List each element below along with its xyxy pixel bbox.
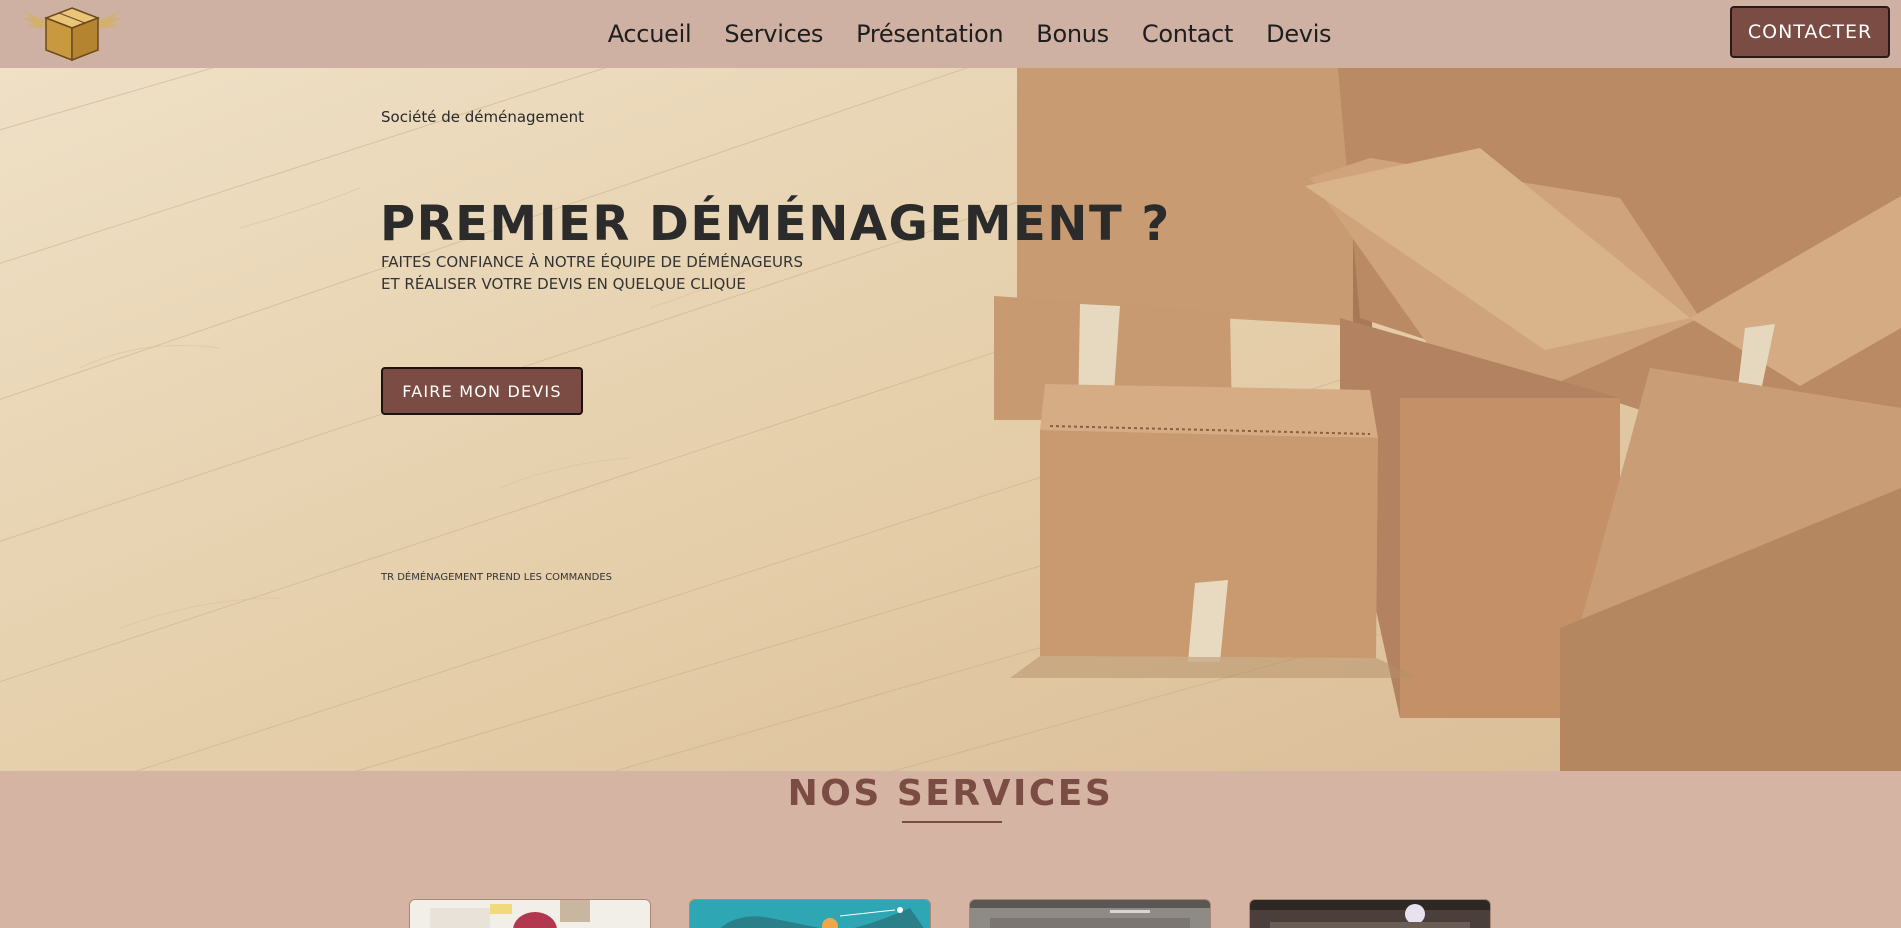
nav-devis[interactable]: Devis bbox=[1266, 20, 1331, 48]
services-title: NOS SERVICES bbox=[787, 773, 1114, 814]
service-card-1[interactable] bbox=[409, 899, 651, 928]
nav-presentation[interactable]: Présentation bbox=[856, 20, 1003, 48]
service-card-2[interactable] bbox=[689, 899, 931, 928]
main-nav: Accueil Services Présentation Bonus Cont… bbox=[0, 0, 1901, 68]
hero-title: PREMIER DÉMÉNAGEMENT ? bbox=[380, 196, 1171, 252]
cardboard-boxes-image bbox=[994, 68, 1901, 771]
nav-contact[interactable]: Contact bbox=[1142, 20, 1234, 48]
nav-accueil[interactable]: Accueil bbox=[608, 20, 692, 48]
hero-subtitle-line2: ET RÉALISER VOTRE DEVIS EN QUELQUE CLIQU… bbox=[381, 275, 746, 293]
site-header: Accueil Services Présentation Bonus Cont… bbox=[0, 0, 1901, 68]
nav-bonus[interactable]: Bonus bbox=[1036, 20, 1109, 48]
hero-subtitle-line1: FAITES CONFIANCE À NOTRE ÉQUIPE DE DÉMÉN… bbox=[381, 253, 803, 271]
service-card-3[interactable] bbox=[969, 899, 1211, 928]
service-card-1-image bbox=[410, 900, 650, 928]
nav-services[interactable]: Services bbox=[724, 20, 823, 48]
contact-button[interactable]: CONTACTER bbox=[1730, 6, 1890, 58]
service-card-3-image bbox=[970, 900, 1210, 928]
hero-section: Société de déménagement PREMIER DÉMÉNAGE… bbox=[0, 68, 1901, 771]
service-card-4[interactable] bbox=[1249, 899, 1491, 928]
hero-note: TR DÉMÉNAGEMENT PREND LES COMMANDES bbox=[381, 572, 612, 583]
service-card-2-image bbox=[690, 900, 930, 928]
hero-eyebrow: Société de déménagement bbox=[381, 108, 585, 126]
services-underline bbox=[902, 821, 1002, 823]
service-card-4-image bbox=[1250, 900, 1490, 928]
faire-devis-button[interactable]: FAIRE MON DEVIS bbox=[381, 367, 583, 415]
